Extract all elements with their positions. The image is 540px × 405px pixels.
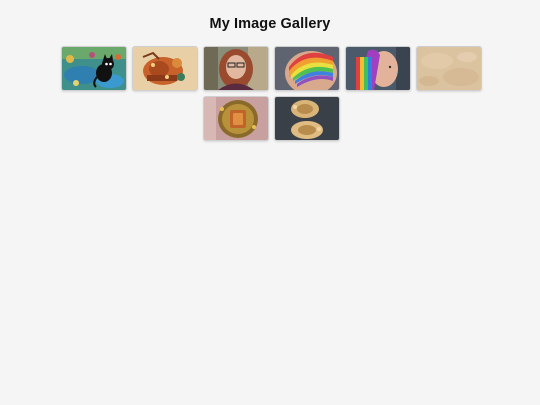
rainbow-head-image xyxy=(274,47,339,90)
gallery-image-rainbow-profile[interactable] xyxy=(344,46,411,91)
gallery-image-sand[interactable] xyxy=(415,46,482,91)
portrait-glasses-image xyxy=(203,47,268,90)
image-gallery-grid xyxy=(29,46,513,141)
page-title: My Image Gallery xyxy=(209,16,331,32)
gallery-image-orange-art[interactable] xyxy=(131,46,198,91)
filigree-image xyxy=(274,97,339,140)
gallery-image-filigree[interactable] xyxy=(273,96,340,141)
gallery-page: My Image Gallery xyxy=(0,0,540,405)
gallery-image-portrait-glasses[interactable] xyxy=(202,46,269,91)
gallery-image-cat-pond[interactable] xyxy=(60,46,127,91)
brooch-image xyxy=(203,97,268,140)
sand-texture-image xyxy=(416,47,481,90)
rainbow-profile-image xyxy=(345,47,410,90)
cat-pond-image xyxy=(61,47,126,90)
gallery-image-rainbow-head[interactable] xyxy=(273,46,340,91)
gallery-image-brooch[interactable] xyxy=(202,96,269,141)
orange-art-image xyxy=(132,47,197,90)
